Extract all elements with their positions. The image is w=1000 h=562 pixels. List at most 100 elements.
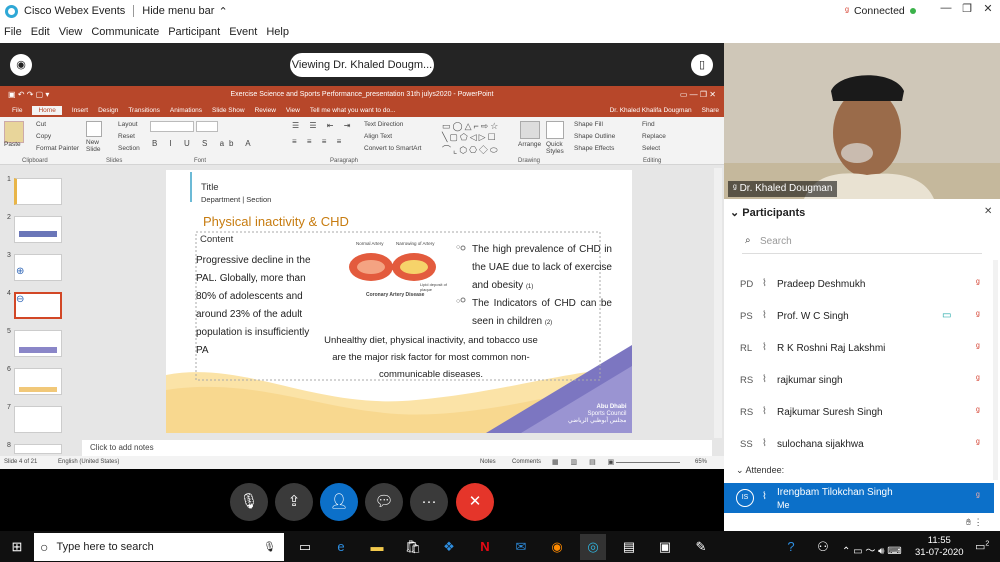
ppt-tab-file[interactable]: File xyxy=(12,107,22,114)
raise-hand-icon[interactable]: ✋︎ ⋮ xyxy=(966,517,983,528)
slide[interactable]: Title Department | Section Physical inac… xyxy=(166,170,632,433)
ppt-window-controls-icon[interactable]: ▭ — ❐ ✕ xyxy=(680,86,716,103)
cut-button[interactable]: Cut xyxy=(36,121,46,128)
convert-smartart-button[interactable]: Convert to SmartArt xyxy=(364,145,421,152)
font-format-icons[interactable]: B I U S ab A xyxy=(152,139,256,148)
attendee-group[interactable]: ⌄ Attendee: xyxy=(736,465,784,476)
participant-row[interactable]: SS ⌇ sulochana sijakhwa ᵍ xyxy=(724,430,994,460)
help-icon[interactable]: ? xyxy=(778,534,804,560)
terminal-icon[interactable]: ▣ xyxy=(652,534,678,560)
share-content-icon[interactable]: ⇪ xyxy=(275,483,313,521)
section-button[interactable]: Section xyxy=(118,145,140,152)
panel-scrollbar[interactable] xyxy=(993,260,998,480)
app-icon[interactable]: ▤ xyxy=(616,534,642,560)
ppt-tab-insert[interactable]: Insert xyxy=(72,107,88,114)
zoom-out-icon[interactable]: ⊖ xyxy=(16,294,24,305)
mute-icon[interactable]: 🎙︎ xyxy=(230,483,268,521)
quick-styles-button[interactable]: Quick Styles xyxy=(546,141,566,155)
participant-row[interactable]: PD ⌇ Pradeep Deshmukh ᵍ xyxy=(724,270,994,300)
windows-start-icon[interactable]: ⊞ xyxy=(4,534,30,560)
ppt-tab-transitions[interactable]: Transitions xyxy=(128,107,160,114)
menu-view[interactable]: View xyxy=(59,26,83,38)
hide-menu-bar-button[interactable]: Hide menu bar xyxy=(142,5,214,17)
tray-icons[interactable]: ⌃ ▭ 〜 🔊︎ ⌨ xyxy=(842,542,902,557)
comments-status-button[interactable]: Comments xyxy=(512,456,541,469)
muted-mic-icon[interactable]: ᵍ xyxy=(976,310,980,321)
arrange-icon[interactable] xyxy=(520,121,540,139)
paint-icon[interactable]: ✎ xyxy=(688,534,714,560)
shapes-gallery[interactable]: ▭◯△⌐⇨☆ ╲▢⬠◁▷☐ ⌒⌞⬡⎔◇⬭ xyxy=(442,121,500,156)
notes-pane[interactable]: Click to add notes xyxy=(82,440,712,456)
muted-mic-icon[interactable]: ᵍ xyxy=(976,342,980,353)
menu-event[interactable]: Event xyxy=(229,26,257,38)
zoom-in-icon[interactable]: ⊕ xyxy=(16,266,24,277)
slide-thumbnail-6[interactable] xyxy=(14,368,62,395)
align-format-icons[interactable]: ≡ ≡ ≡ ≡ xyxy=(292,137,345,146)
chevron-up-icon[interactable]: ⌃ xyxy=(218,5,227,18)
layout-icon[interactable]: ◉ xyxy=(10,54,32,76)
ppt-share-button[interactable]: Share xyxy=(702,107,719,114)
muted-mic-icon[interactable]: ᵍ xyxy=(976,374,980,385)
clock[interactable]: 11:55 31-07-2020 xyxy=(915,535,964,559)
more-options-icon[interactable]: ··· xyxy=(410,483,448,521)
ppt-tab-view[interactable]: View xyxy=(286,107,300,114)
ppt-tab-animations[interactable]: Animations xyxy=(170,107,202,114)
close-panel-icon[interactable]: ✕ xyxy=(984,206,992,217)
shape-fill-button[interactable]: Shape Fill xyxy=(574,121,603,128)
list-format-icons[interactable]: ☰ ☰ ⇤ ⇥ xyxy=(292,121,354,130)
slide-thumbnail-8[interactable] xyxy=(14,444,62,454)
align-text-button[interactable]: Align Text xyxy=(364,133,392,140)
notification-icon[interactable]: ▭2 xyxy=(975,540,989,553)
font-size-field[interactable] xyxy=(196,121,218,132)
muted-mic-icon[interactable]: ᵍ xyxy=(976,278,980,289)
menu-file[interactable]: File xyxy=(4,26,22,38)
netflix-icon[interactable]: N xyxy=(472,534,498,560)
task-view-icon[interactable]: ▭ xyxy=(292,534,318,560)
chevron-down-icon[interactable]: ⌄ xyxy=(730,207,742,219)
quick-styles-icon[interactable] xyxy=(546,121,564,139)
chat-icon[interactable]: 💬︎ xyxy=(365,483,403,521)
reset-button[interactable]: Reset xyxy=(118,133,135,140)
text-direction-button[interactable]: Text Direction xyxy=(364,121,403,128)
participants-icon[interactable]: 👤︎ xyxy=(320,483,358,521)
slide-thumbnail-5[interactable] xyxy=(14,330,62,357)
taskbar-search-box[interactable]: ○ Type here to search 🎙︎ xyxy=(34,533,284,561)
replace-button[interactable]: Replace xyxy=(642,133,666,140)
participant-row[interactable]: RL ⌇ R K Roshni Raj Lakshmi ᵍ xyxy=(724,334,994,364)
ppt-quick-access-icon[interactable]: ▣ ↶ ↷ ▢ ▾ xyxy=(8,86,49,103)
people-icon[interactable]: ⚇ xyxy=(810,534,836,560)
format-painter-button[interactable]: Format Painter xyxy=(36,145,79,152)
ppt-tab-design[interactable]: Design xyxy=(98,107,118,114)
webex-taskbar-icon[interactable]: ◎ xyxy=(580,534,606,560)
menu-participant[interactable]: Participant xyxy=(168,26,220,38)
slide-vertical-scrollbar[interactable] xyxy=(714,168,722,438)
store-icon[interactable]: 🛍︎ xyxy=(400,534,426,560)
leave-event-icon[interactable]: ✕ xyxy=(456,483,494,521)
paste-icon[interactable] xyxy=(4,121,24,143)
participant-row[interactable]: RS ⌇ Rajkumar Suresh Singh ᵍ xyxy=(724,398,994,428)
firefox-icon[interactable]: ◉ xyxy=(544,534,570,560)
paste-button[interactable]: Paste xyxy=(4,141,21,148)
find-button[interactable]: Find xyxy=(642,121,655,128)
shape-outline-button[interactable]: Shape Outline xyxy=(574,133,615,140)
viewing-indicator[interactable]: Viewing Dr. Khaled Dougm... xyxy=(290,53,434,77)
participant-search-input[interactable]: Search xyxy=(760,236,792,247)
dropbox-icon[interactable]: ❖ xyxy=(436,534,462,560)
select-button[interactable]: Select xyxy=(642,145,660,152)
menu-edit[interactable]: Edit xyxy=(31,26,50,38)
arrange-button[interactable]: Arrange xyxy=(518,141,541,148)
mail-icon[interactable]: ✉ xyxy=(508,534,534,560)
copy-button[interactable]: Copy xyxy=(36,133,51,140)
chevron-down-icon[interactable]: ⌄ xyxy=(736,465,746,475)
participant-row[interactable]: PS ⌇ Prof. W C Singh ▭ ᵍ xyxy=(724,302,994,332)
edge-icon[interactable]: e xyxy=(328,534,354,560)
side-panel-toggle-icon[interactable]: ▯ xyxy=(691,54,713,76)
muted-mic-icon[interactable]: ᵍ xyxy=(976,438,980,449)
ppt-tab-review[interactable]: Review xyxy=(255,107,276,114)
participant-row[interactable]: RS ⌇ rajkumar singh ᵍ xyxy=(724,366,994,396)
slide-thumbnail-7[interactable] xyxy=(14,406,62,433)
zoom-slider[interactable] xyxy=(616,462,680,463)
layout-button[interactable]: Layout xyxy=(118,121,138,128)
self-participant-row[interactable]: IS ⌇ Irengbam Tilokchan Singh Me ᵍ xyxy=(724,483,994,513)
new-slide-button[interactable]: New Slide xyxy=(86,139,106,153)
